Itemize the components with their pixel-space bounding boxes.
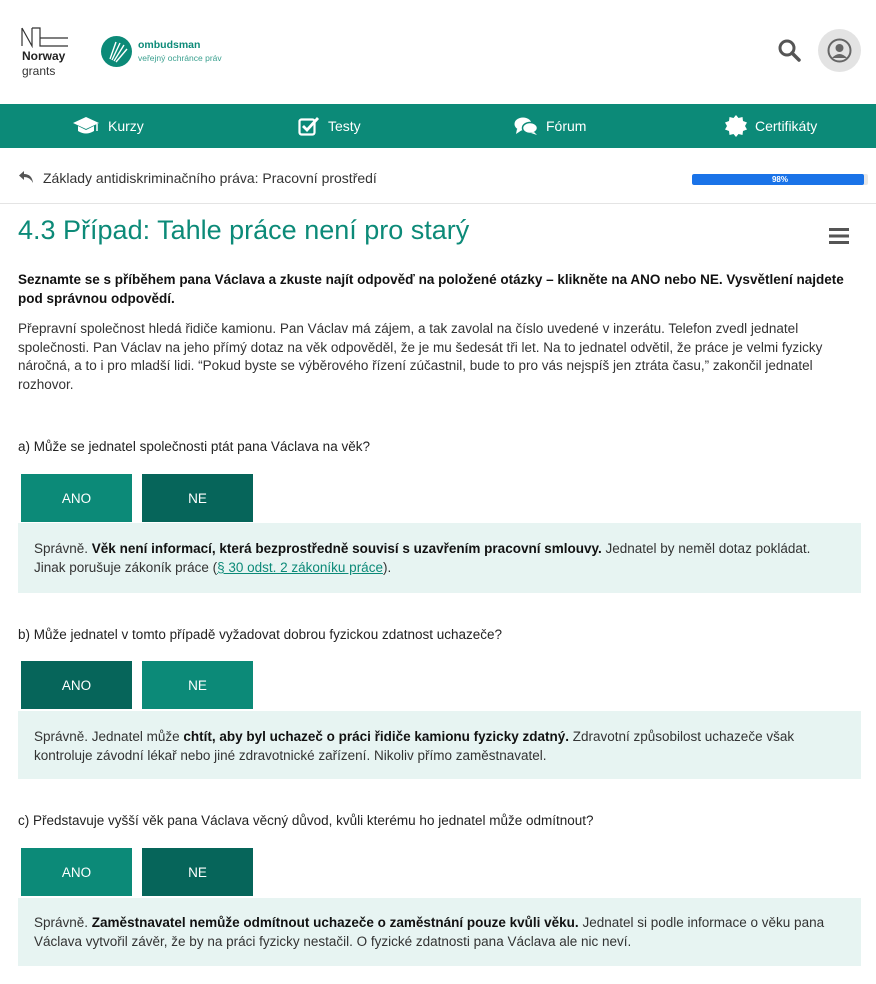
ombudsman-title: ombudsman xyxy=(138,39,201,51)
ombudsman-subtitle: veřejný ochránce práv xyxy=(138,53,222,63)
norway-logo-mark-icon xyxy=(21,27,68,48)
question-c-yes-button[interactable]: ANO xyxy=(21,848,132,896)
norway-grants-logo[interactable]: Norway grants xyxy=(20,26,80,78)
question-a-no-button[interactable]: NE xyxy=(142,474,253,522)
question-c-explanation: Správně. Zaměstnavatel nemůže odmítnout … xyxy=(18,898,861,966)
answer-c-prefix: Správně. xyxy=(34,915,92,930)
graduation-cap-icon xyxy=(73,117,99,134)
nav-item-testy[interactable]: Testy xyxy=(298,104,361,148)
checkbox-icon xyxy=(298,117,320,136)
progress-percent: 98% xyxy=(771,175,788,184)
labour-code-link[interactable]: § 30 odst. 2 zákoníku práce xyxy=(217,560,383,575)
grants-logo-text: grants xyxy=(22,64,56,78)
question-a-explanation: Správně. Věk není informací, která bezpr… xyxy=(18,523,861,593)
question-b-yes-button[interactable]: ANO xyxy=(21,661,132,709)
ombudsman-logo[interactable]: ombudsman veřejný ochránce práv xyxy=(101,36,241,70)
main-nav: Kurzy Testy Fórum Certifikáty xyxy=(0,104,876,148)
page-title: 4.3 Případ: Tahle práce není pro starý xyxy=(18,215,470,245)
question-a-yes-button[interactable]: ANO xyxy=(21,474,132,522)
nav-item-forum[interactable]: Fórum xyxy=(514,104,586,148)
question-c: c) Představuje vyšší věk pana Václava vě… xyxy=(18,813,594,828)
question-a: a) Může se jednatel společnosti ptát pan… xyxy=(18,439,370,454)
answer-c-key-point: Zaměstnavatel nemůže odmítnout uchazeče … xyxy=(91,915,579,930)
question-b-no-button[interactable]: NE xyxy=(142,661,253,709)
nav-label-forum: Fórum xyxy=(546,118,587,134)
search-icon[interactable] xyxy=(777,38,803,64)
nav-item-kurzy[interactable]: Kurzy xyxy=(72,104,144,148)
question-b-explanation: Správně. Jednatel může chtít, aby byl uc… xyxy=(18,711,861,779)
question-b: b) Může jednatel v tomto případě vyžadov… xyxy=(18,627,503,642)
nav-item-certifikaty[interactable]: Certifikáty xyxy=(725,104,817,148)
norway-logo-text: Norway xyxy=(22,49,66,63)
back-arrow-icon[interactable] xyxy=(18,170,34,184)
answer-b-prefix: Správně. Jednatel může xyxy=(34,729,184,744)
answer-a-prefix: Správně. xyxy=(34,541,92,556)
answer-a-key-point: Věk není informací, která bezprostředně … xyxy=(91,541,602,556)
hamburger-menu-icon[interactable] xyxy=(829,228,849,244)
user-avatar[interactable] xyxy=(818,29,861,72)
case-story: Přepravní společnost hledá řidiče kamion… xyxy=(18,321,823,392)
answer-a-end: ). xyxy=(382,559,392,575)
question-c-no-button[interactable]: NE xyxy=(142,848,253,896)
course-progress-bar: 98% xyxy=(692,174,868,185)
user-icon xyxy=(827,38,852,63)
chat-bubbles-icon xyxy=(514,117,538,135)
answer-b-key-point: chtít, aby byl uchazeč o práci řidiče ka… xyxy=(183,729,569,744)
nav-label-testy: Testy xyxy=(328,118,361,134)
certificate-icon xyxy=(725,115,747,137)
nav-label-certifikaty: Certifikáty xyxy=(755,118,818,134)
course-breadcrumb[interactable]: Základy antidiskriminačního práva: Praco… xyxy=(43,170,377,186)
ombudsman-logo-mark-icon xyxy=(101,36,132,67)
nav-label-kurzy: Kurzy xyxy=(108,118,144,134)
top-header: Norway grants ombudsman veřejný ochránce… xyxy=(0,0,876,104)
task-instructions: Seznamte se s příběhem pana Václava a zk… xyxy=(18,272,844,306)
